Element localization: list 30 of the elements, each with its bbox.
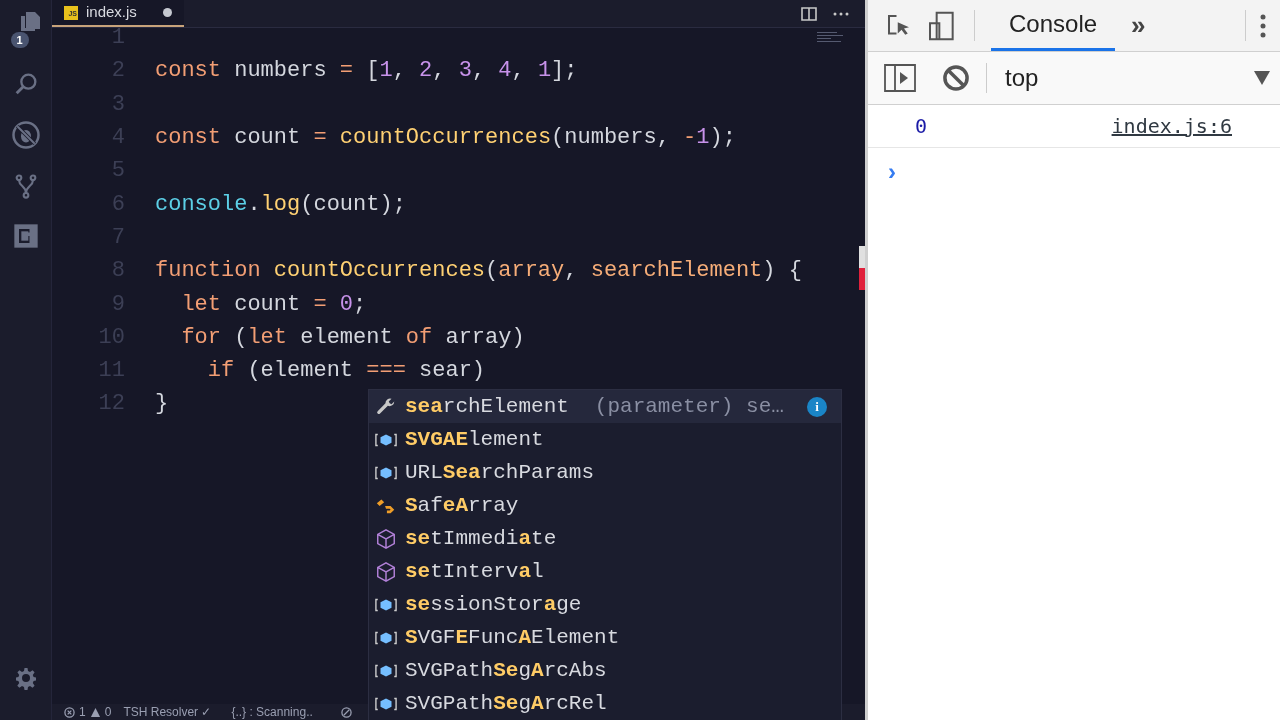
- scanning-status: {..} : Scanning..: [231, 704, 313, 720]
- code-line: console.log(count);: [155, 190, 406, 219]
- suggestion-item[interactable]: SVGPathSegArcRel: [369, 687, 841, 720]
- notification-badge: 1: [10, 32, 29, 48]
- suggestion-item[interactable]: setInterval: [369, 555, 841, 588]
- suggestion-item[interactable]: setImmediate: [369, 522, 841, 555]
- source-link[interactable]: index.js:6: [1111, 111, 1232, 141]
- code-line: const count = countOccurrences(numbers, -1);: [155, 124, 736, 153]
- suggestion-item[interactable]: sessionStorage: [369, 588, 841, 621]
- code-line: const numbers = [1, 2, 3, 4, 1];: [155, 57, 578, 86]
- code-line: }: [155, 390, 169, 419]
- console-value: 0: [915, 113, 928, 140]
- resolver-status[interactable]: TSH Resolver ✓: [123, 703, 212, 720]
- error-count[interactable]: 1: [79, 703, 86, 720]
- suggestion-item[interactable]: SafeArray: [369, 489, 841, 522]
- tab-label: index.js: [86, 2, 137, 23]
- info-icon[interactable]: i: [807, 396, 827, 417]
- console-prompt[interactable]: ›: [888, 154, 1280, 190]
- code-line: let count = 0;: [180, 290, 367, 319]
- code-line: for (let element of array): [180, 323, 525, 352]
- context-selector[interactable]: top: [987, 60, 1280, 96]
- suggestion-item[interactable]: SVGPathSegArcAbs: [369, 654, 841, 687]
- more-tabs-button[interactable]: »: [1131, 6, 1146, 45]
- suggestion-item[interactable]: SVGAElement: [369, 423, 841, 456]
- code-line: if (element === sear): [206, 357, 486, 386]
- suggestion-item[interactable]: URLSearchParams: [369, 456, 841, 489]
- warning-count[interactable]: 0: [104, 703, 112, 720]
- suggestion-item[interactable]: searchElement (parameter) se… i: [369, 390, 841, 423]
- code-line: function countOccurrences(array, searchElement) {: [155, 257, 802, 286]
- suggestion-item[interactable]: SVGFEFuncAElement: [369, 621, 841, 654]
